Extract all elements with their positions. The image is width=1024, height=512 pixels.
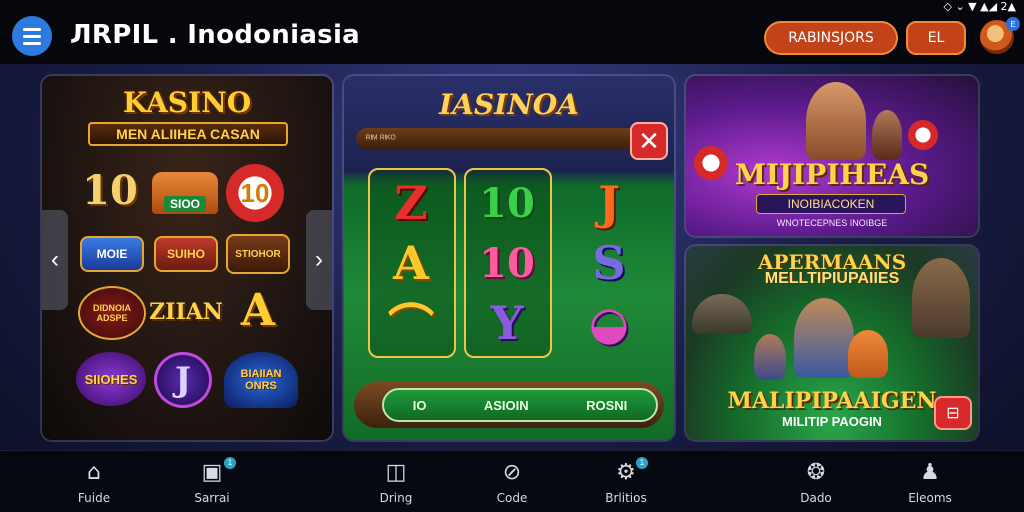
slot-symbol: J [598,176,620,230]
nav-label: Brlitios [605,491,647,505]
slot-game-title: IASINOA [439,88,579,121]
treasure-illustration [692,294,752,334]
bet-bar-item[interactable]: ROSNI [586,398,627,413]
character-illustration [754,334,786,380]
menu-icon-line [23,41,41,45]
slot-symbol: S [592,236,626,290]
avatar-badge: E [1006,17,1020,31]
slot-symbol: ◒ [588,296,630,350]
game-tile[interactable]: SUIHO [154,236,218,272]
header-secondary-button[interactable]: EL [906,21,966,55]
character-illustration [872,110,902,160]
hamburger-menu-button[interactable] [12,16,52,56]
no-entry-icon: ⊘ [502,460,522,485]
app-screen: ◇ ⌄ ▼ ▲◢ 2▲ ЛRPIL . Inodoniasia RABINSJO… [0,0,1024,512]
kasino-title: KASINO [122,86,252,119]
bet-bar-item[interactable]: IO [413,398,427,413]
tile-label: SIOO [163,196,206,212]
carousel-next-button[interactable]: › [306,210,332,310]
nav-item-brlitios[interactable]: ⚙ 1 Brlitios [586,457,666,505]
exit-icon: ⊟ [946,405,960,422]
game-tile[interactable]: SIOO [152,172,218,214]
paw-icon: ❂ [806,460,826,485]
game-tile[interactable]: DIDNOIA ADSPE [78,286,146,340]
nav-item-fuide[interactable]: ⌂ Fuide [54,459,134,505]
header-action-button[interactable]: RABINSJORS [764,21,898,55]
menu-icon-line [23,27,41,31]
nav-item-dring[interactable]: ◫ Dring [356,459,436,505]
app-title: ЛRPIL . Inodoniasia [70,20,361,50]
person-icon: ♟ [920,460,940,485]
menu-icon-line [23,34,41,38]
game-tile[interactable]: ZIIAN [149,288,223,336]
slot-symbol: 10 [479,179,535,227]
nav-label: Eleoms [908,491,952,505]
character-illustration [794,298,854,378]
slot-symbol: Z [394,176,428,230]
window-icon: ▣ [201,460,223,485]
gear-icon: ⚙ [616,460,636,485]
bottom-navigation: ⌂ Fuide ▣ 1 Sarrai ◫ Dring ⊘ Code ⚙ 1 Br… [0,450,1024,512]
game-tile[interactable]: 10 [78,166,142,214]
slot-symbol: Y [490,296,524,350]
game-tile[interactable]: SIIOHES [76,352,146,406]
kasino-game-card[interactable]: KASINO MEN ALIIHEA CASAN 10 SIOO 10 MOIE… [42,76,332,440]
nav-label: Code [496,491,528,505]
bet-bar[interactable]: IO ASIOIN ROSNI [382,388,658,422]
game-tile[interactable]: STIOHOR [226,234,290,274]
nav-label: Fuide [77,491,111,505]
slot-symbol: A [393,236,429,290]
nav-badge: 1 [224,457,236,469]
carousel-prev-button[interactable]: ‹ [42,210,68,310]
nav-label: Dado [800,491,832,505]
poker-chip-illustration [908,120,938,150]
nav-badge: 1 [636,457,648,469]
chevron-right-icon: › [315,246,323,273]
frame-icon: ◫ [385,460,407,485]
nav-item-dado[interactable]: ❂ Dado [776,459,856,505]
game-tile[interactable]: J [154,352,212,408]
multiplier-caption: WNOTECEPNES INOIBGE [776,218,888,228]
game-tile[interactable]: MOIE [80,236,144,272]
slot-wood-label: ᴿᴵᴹ ᴿᴵᴷᴼ [356,128,656,150]
game-tile[interactable]: A [226,285,290,336]
game-tile[interactable]: BIAIIAN ONRS [224,352,298,408]
exit-button[interactable]: ⊟ [934,396,972,430]
nav-item-code[interactable]: ⊘ Code [472,459,552,505]
nav-item-eleoms[interactable]: ♟ Eleoms [890,459,970,505]
multiplier-game-card[interactable]: MIJIPIHEAS INOIBIACOKEN WNOTECEPNES INOI… [686,76,978,236]
status-bar: ◇ ⌄ ▼ ▲◢ 2▲ [943,0,1017,13]
nav-label: Sarrai [194,491,230,505]
slot-symbol: ⌒ [388,299,434,353]
kasino-subtitle: MEN ALIIHEA CASAN [88,122,288,146]
game-tile[interactable]: 10 [226,164,284,222]
nav-item-sarrai[interactable]: ▣ 1 Sarrai [172,457,252,505]
character-illustration [806,82,866,160]
bear-illustration [912,258,970,338]
close-button[interactable]: ✕ [630,122,668,160]
multiplier-title: MIJIPIHEAS [734,158,930,191]
fox-illustration [848,330,888,378]
chevron-left-icon: ‹ [51,246,59,273]
nav-label: Dring [379,491,413,505]
multiplier-subtitle: INOIBIACOKEN [756,194,906,214]
bet-bar-item[interactable]: ASIOIN [484,398,529,413]
home-icon: ⌂ [87,460,101,485]
close-icon: ✕ [638,125,660,156]
slot-symbol: 10 [479,239,535,287]
